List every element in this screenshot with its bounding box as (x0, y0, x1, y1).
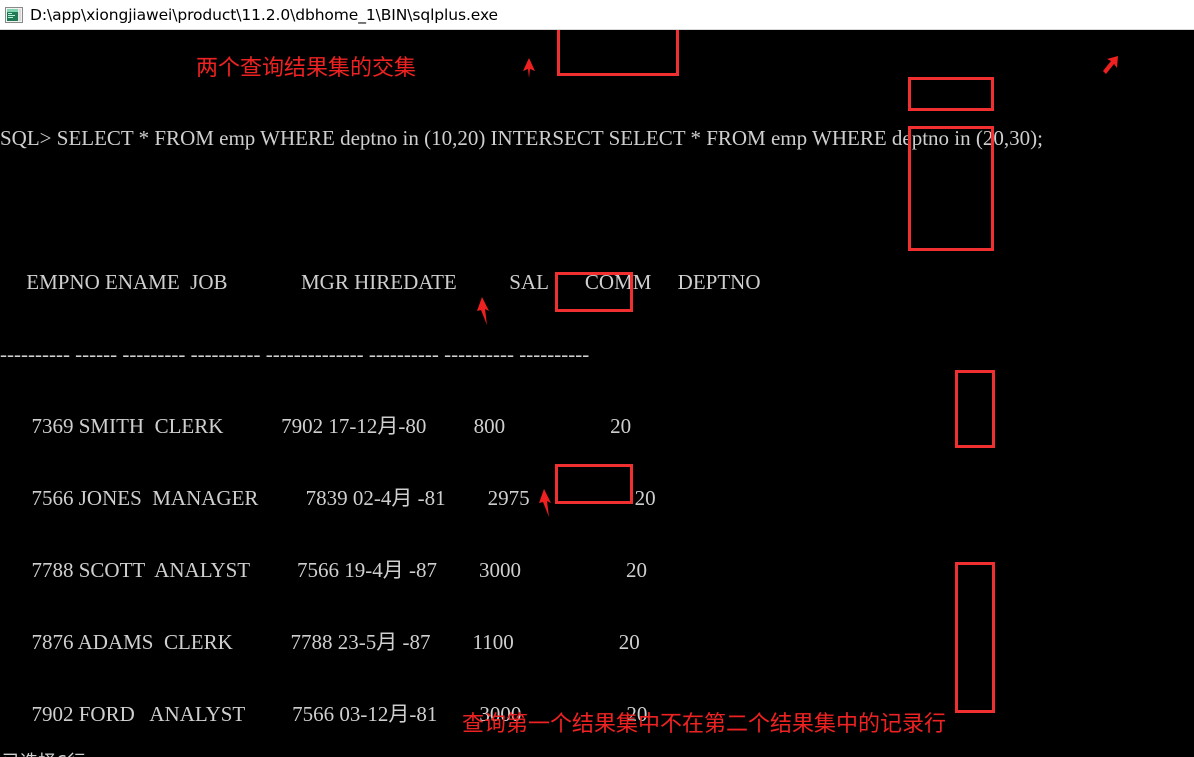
terminal-surface[interactable]: SQL> SELECT * FROM emp WHERE deptno in (… (0, 30, 1194, 757)
terminal-text-layer: SQL> SELECT * FROM emp WHERE deptno in (… (0, 30, 1194, 757)
rows-selected-status: 已选择6行。 (2, 752, 103, 757)
window-title-bar: D:\app\xiongjiawei\product\11.2.0\dbhome… (0, 0, 1194, 30)
arrow-up-icon (536, 488, 556, 518)
window-title-text: D:\app\xiongjiawei\product\11.2.0\dbhome… (30, 5, 498, 24)
annotation-minus-note: 查询第一个结果集中不在第二个结果集中的记录行 (462, 712, 947, 737)
table-row: 7566 JONES MANAGER 7839 02-4月 -81 2975 2… (0, 486, 656, 510)
annotation-intersect-note: 两个查询结果集的交集 (196, 56, 417, 81)
arrow-up-icon (474, 296, 494, 326)
command-line-intersect: SQL> SELECT * FROM emp WHERE deptno in (… (0, 126, 1043, 150)
table-separator-1: ---------- ------ --------- ---------- -… (0, 342, 590, 366)
table-row: 7369 SMITH CLERK 7902 17-12月-80 800 20 (0, 414, 632, 438)
table-row: 7788 SCOTT ANALYST 7566 19-4月 -87 3000 2… (0, 558, 647, 582)
table-row: 7876 ADAMS CLERK 7788 23-5月 -87 1100 20 (0, 630, 640, 654)
arrow-up-right-icon (1098, 54, 1122, 80)
console-window-icon (5, 6, 23, 23)
table-header-1: EMPNO ENAME JOB MGR HIREDATE SAL COMM DE… (0, 270, 761, 294)
arrow-up-icon (520, 57, 538, 79)
